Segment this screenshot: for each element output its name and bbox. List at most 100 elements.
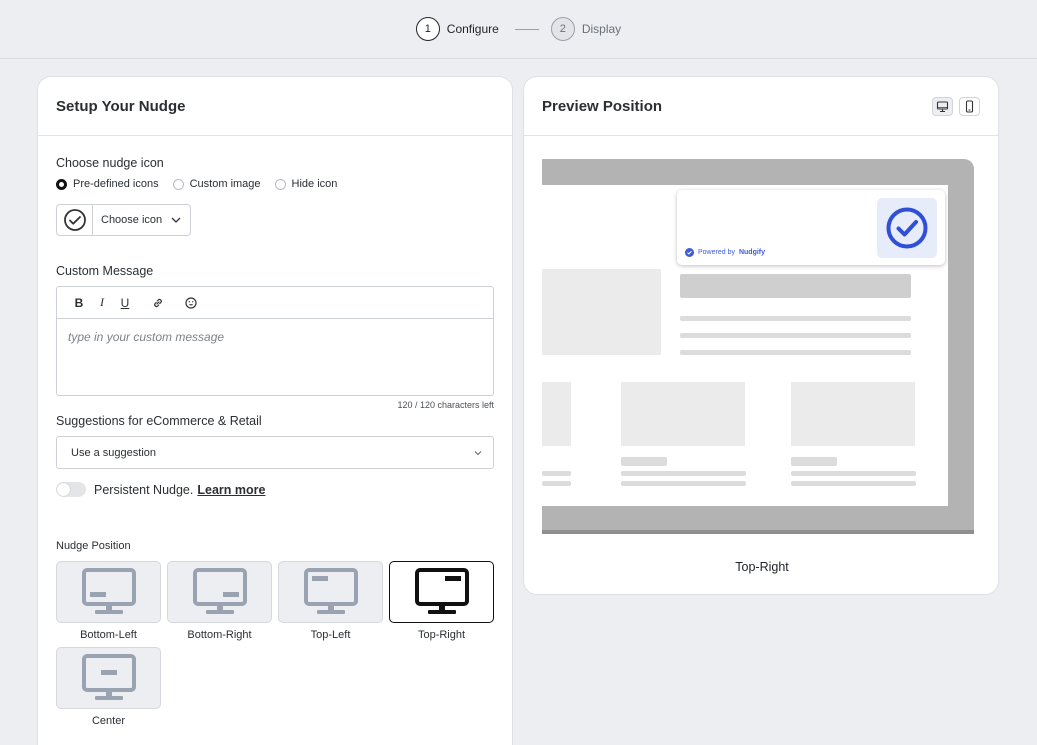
- radio-predefined-icons[interactable]: Pre-defined icons: [56, 178, 159, 190]
- position-label: Bottom-Left: [80, 629, 137, 641]
- frame-base: [542, 530, 974, 534]
- mock-product-image: [542, 382, 571, 446]
- position-center[interactable]: Center: [56, 647, 161, 727]
- powered-by-prefix: Powered by: [698, 249, 735, 256]
- position-grid: Bottom-Left Bottom-Right Top-Left Top-Ri…: [56, 561, 494, 727]
- emoji-icon[interactable]: [181, 293, 201, 313]
- char-counter: 120 / 120 characters left: [397, 400, 494, 410]
- position-label: Top-Left: [310, 629, 351, 641]
- desktop-preview-frame: Powered by Nudgify: [542, 159, 974, 534]
- mock-text-line: [542, 471, 571, 476]
- radio-dot: [56, 178, 67, 190]
- custom-message-label: Custom Message: [56, 264, 154, 278]
- mock-heading-bar: [680, 274, 911, 298]
- step-display[interactable]: 2 Display: [550, 17, 622, 41]
- mock-text-line: [680, 350, 911, 355]
- suggestion-select[interactable]: Use a suggestion: [56, 436, 494, 469]
- nudge-position-label: Nudge Position: [56, 540, 131, 552]
- italic-icon[interactable]: I: [92, 293, 112, 313]
- mock-image-block: [542, 269, 661, 355]
- mock-text-line: [791, 471, 916, 476]
- step-number: 2: [550, 17, 575, 41]
- step-configure[interactable]: 1 Configure: [415, 17, 499, 41]
- persistent-nudge-row: Persistent Nudge. Learn more: [56, 482, 494, 497]
- suggestion-select-value: Use a suggestion: [71, 446, 156, 459]
- device-toggle: [932, 96, 980, 116]
- position-top-left[interactable]: Top-Left: [278, 561, 383, 641]
- position-top-right[interactable]: Top-Right: [389, 561, 494, 641]
- radio-label: Hide icon: [291, 178, 338, 190]
- step-number: 1: [415, 17, 440, 41]
- check-circle-icon: [63, 209, 86, 231]
- position-card[interactable]: [56, 647, 161, 709]
- mock-text-line: [621, 471, 746, 476]
- learn-more-link[interactable]: Learn more: [197, 483, 265, 497]
- link-icon[interactable]: [148, 293, 168, 313]
- position-card[interactable]: [278, 561, 383, 623]
- mock-product-title: [791, 457, 837, 466]
- radio-dot: [172, 178, 184, 190]
- bold-icon[interactable]: B: [69, 293, 89, 313]
- radio-dot: [274, 178, 286, 190]
- radio-custom-image[interactable]: Custom image: [172, 178, 261, 190]
- step-label: Display: [581, 22, 622, 36]
- setup-panel-header: Setup Your Nudge: [38, 77, 512, 136]
- position-card[interactable]: [167, 561, 272, 623]
- icon-type-radios: Pre-defined icons Custom image Hide icon: [56, 178, 494, 190]
- radio-label: Pre-defined icons: [73, 178, 159, 190]
- desktop-icon: [936, 100, 949, 112]
- mock-text-line: [621, 481, 746, 486]
- step-separator: [514, 28, 539, 30]
- editor-toolbar: B I U: [57, 287, 493, 319]
- mock-product-image: [791, 382, 915, 446]
- nudge-icon-box: [877, 198, 937, 258]
- preview-panel-header: Preview Position: [524, 77, 998, 136]
- preview-title: Preview Position: [542, 97, 663, 115]
- icon-picker[interactable]: Choose icon: [56, 204, 191, 236]
- step-label: Configure: [446, 22, 499, 36]
- chevron-down-icon: [474, 450, 482, 455]
- persistent-nudge-toggle[interactable]: [56, 482, 86, 497]
- preview-panel: Preview Position Powered by Nudgify Top-…: [523, 76, 999, 595]
- mock-text-line: [680, 316, 911, 321]
- selected-icon-preview: [57, 205, 93, 235]
- verified-badge-icon: [685, 248, 694, 257]
- monitor-top-left-icon: [303, 568, 358, 614]
- position-card[interactable]: [389, 561, 494, 623]
- monitor-center-icon: [81, 654, 136, 700]
- position-label: Top-Right: [417, 629, 466, 641]
- position-bottom-left[interactable]: Bottom-Left: [56, 561, 161, 641]
- mock-product-image: [621, 382, 745, 446]
- radio-hide-icon[interactable]: Hide icon: [274, 178, 338, 190]
- position-label: Center: [91, 715, 126, 727]
- mobile-icon: [965, 99, 974, 113]
- persistent-nudge-label: Persistent Nudge.: [94, 482, 194, 497]
- position-bottom-right[interactable]: Bottom-Right: [167, 561, 272, 641]
- powered-by[interactable]: Powered by Nudgify: [685, 248, 765, 257]
- custom-message-input[interactable]: type in your custom message: [57, 319, 493, 395]
- position-card[interactable]: [56, 561, 161, 623]
- nudge-preview: Powered by Nudgify: [677, 190, 945, 265]
- choose-icon-label: Choose icon: [101, 214, 163, 226]
- icon-section-label: Choose nudge icon: [56, 156, 164, 170]
- mock-product-title: [621, 457, 667, 466]
- desktop-view-button[interactable]: [932, 96, 953, 116]
- mobile-view-button[interactable]: [959, 96, 980, 116]
- radio-label: Custom image: [189, 178, 261, 190]
- monitor-bottom-right-icon: [192, 568, 247, 614]
- stepper: 1 Configure 2 Display: [0, 0, 1037, 59]
- mock-text-line: [542, 481, 571, 486]
- suggestions-label: Suggestions for eCommerce & Retail: [56, 414, 262, 428]
- mock-text-line: [680, 333, 911, 338]
- setup-title: Setup Your Nudge: [56, 97, 186, 115]
- underline-icon[interactable]: U: [115, 293, 135, 313]
- chevron-down-icon: [171, 217, 181, 223]
- setup-panel: Setup Your Nudge Choose nudge icon Pre-d…: [37, 76, 513, 745]
- check-circle-icon: [886, 207, 928, 249]
- choose-icon-dropdown[interactable]: Choose icon: [93, 205, 190, 235]
- position-label: Bottom-Right: [187, 629, 252, 641]
- monitor-top-right-icon: [414, 568, 469, 614]
- monitor-bottom-left-icon: [81, 568, 136, 614]
- preview-position-caption: Top-Right: [735, 560, 789, 574]
- mock-text-line: [791, 481, 916, 486]
